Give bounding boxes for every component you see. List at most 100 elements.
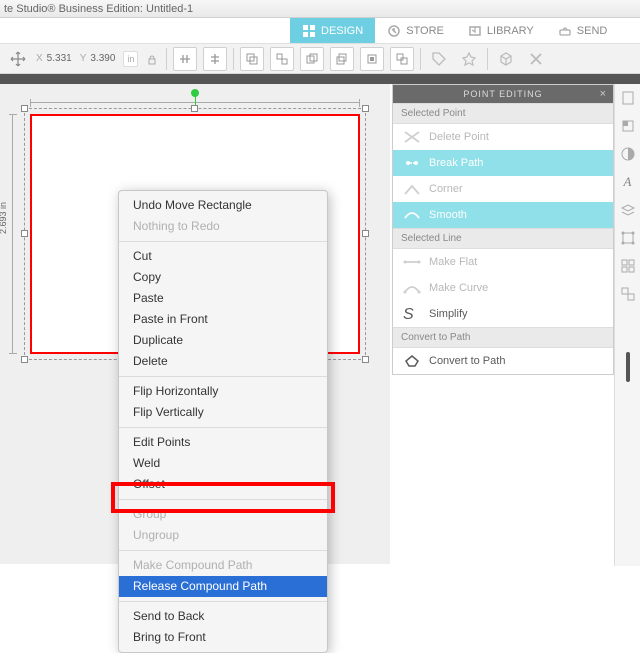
coord-y-value[interactable]: 3.390 — [88, 52, 117, 65]
panel-item-label: Corner — [429, 183, 463, 195]
resize-handle-sw[interactable] — [21, 356, 28, 363]
tab-label: SEND — [577, 25, 608, 37]
context-menu-item[interactable]: Copy — [119, 267, 327, 288]
replicate-icon[interactable] — [618, 256, 638, 276]
page-icon[interactable] — [618, 88, 638, 108]
overlap-3-icon[interactable] — [360, 47, 384, 71]
panel-item-label: Make Flat — [429, 256, 477, 268]
context-menu-item[interactable]: Paste in Front — [119, 309, 327, 330]
context-menu-item[interactable]: Duplicate — [119, 330, 327, 351]
context-menu-item[interactable]: Flip Vertically — [119, 402, 327, 423]
group-icon[interactable] — [240, 47, 264, 71]
panel-item-label: Smooth — [429, 209, 467, 221]
ungroup-icon[interactable] — [270, 47, 294, 71]
overlap-2-icon[interactable] — [330, 47, 354, 71]
panel-item-convert-path[interactable]: Convert to Path — [393, 348, 613, 374]
context-menu-item[interactable]: Cut — [119, 246, 327, 267]
resize-handle-w[interactable] — [21, 230, 28, 237]
library-icon — [468, 24, 482, 38]
scroll-indicator[interactable] — [626, 352, 630, 382]
resize-handle-ne[interactable] — [362, 105, 369, 112]
tab-store[interactable]: STORE — [375, 18, 456, 43]
align-v-icon[interactable] — [203, 47, 227, 71]
context-menu-item[interactable]: Offset — [119, 474, 327, 495]
transform-icon[interactable] — [618, 228, 638, 248]
panel-item-label: Convert to Path — [429, 355, 505, 367]
make-flat-icon — [403, 255, 421, 269]
context-menu: Undo Move RectangleNothing to Redo CutCop… — [118, 190, 328, 653]
coord-x-value[interactable]: 5.331 — [45, 52, 74, 65]
context-menu-item: Ungroup — [119, 525, 327, 546]
overlap-1-icon[interactable] — [300, 47, 324, 71]
resize-handle-e[interactable] — [362, 230, 369, 237]
resize-handle-se[interactable] — [362, 356, 369, 363]
convert-path-icon — [403, 354, 421, 368]
panel-item-label: Delete Point — [429, 131, 489, 143]
context-menu-item[interactable]: Undo Move Rectangle — [119, 195, 327, 216]
grid-icon — [302, 24, 316, 38]
resize-handle-nw[interactable] — [21, 105, 28, 112]
simplify-icon: S — [403, 307, 421, 321]
menu-separator — [119, 499, 327, 500]
height-dimension: 2.693 in — [0, 202, 8, 234]
menu-separator — [119, 601, 327, 602]
context-menu-item[interactable]: Send to Back — [119, 606, 327, 627]
tab-send[interactable]: SEND — [546, 18, 620, 43]
window-title: te Studio® Business Edition: Untitled-1 — [4, 3, 193, 15]
make-curve-icon — [403, 281, 421, 295]
corner-icon — [403, 182, 421, 196]
resize-handle-n[interactable] — [191, 105, 198, 112]
cube-icon[interactable] — [494, 47, 518, 71]
panel-item-label: Simplify — [429, 308, 468, 320]
context-menu-item[interactable]: Edit Points — [119, 432, 327, 453]
align-h-icon[interactable] — [173, 47, 197, 71]
layers-icon[interactable] — [618, 200, 638, 220]
star-icon[interactable] — [457, 47, 481, 71]
dark-divider — [0, 74, 640, 84]
panel-item-simplify[interactable]: S Simplify — [393, 301, 613, 327]
panel-title: POINT EDITING — [463, 89, 542, 99]
context-menu-item[interactable]: Bring to Front — [119, 627, 327, 648]
context-menu-item: Group — [119, 504, 327, 525]
right-tool-strip: A — [614, 84, 640, 566]
panel-item-delete-point: Delete Point — [393, 124, 613, 150]
tag-icon[interactable] — [427, 47, 451, 71]
panel-item-corner: Corner — [393, 176, 613, 202]
smooth-icon — [403, 208, 421, 222]
overlap-4-icon[interactable] — [390, 47, 414, 71]
context-menu-item[interactable]: Weld — [119, 453, 327, 474]
tab-design[interactable]: DESIGN — [290, 18, 375, 43]
tab-library[interactable]: LIBRARY — [456, 18, 546, 43]
menu-separator — [119, 241, 327, 242]
rotate-handle[interactable] — [191, 89, 199, 97]
store-icon — [387, 24, 401, 38]
close-x-icon[interactable] — [524, 47, 548, 71]
panel-item-break-path[interactable]: Break Path — [393, 150, 613, 176]
send-icon — [558, 24, 572, 38]
text-icon[interactable]: A — [618, 172, 638, 192]
path-icon[interactable] — [618, 284, 638, 304]
context-menu-item[interactable]: Delete — [119, 351, 327, 372]
context-menu-item[interactable]: Flip Horizontally — [119, 381, 327, 402]
move-tool-icon[interactable] — [6, 47, 30, 71]
close-icon[interactable]: × — [600, 88, 607, 100]
context-menu-item: Nothing to Redo — [119, 216, 327, 237]
menu-separator — [119, 376, 327, 377]
context-menu-item[interactable]: Paste — [119, 288, 327, 309]
context-menu-item[interactable]: Release Compound Path — [119, 576, 327, 597]
unit-selector[interactable]: in — [123, 51, 138, 67]
tab-label: DESIGN — [321, 25, 363, 37]
coord-y: Y 3.390 — [80, 52, 118, 65]
coord-x: X 5.331 — [36, 52, 74, 65]
svg-text:S: S — [403, 307, 414, 321]
swatch-icon[interactable] — [618, 116, 638, 136]
panel-item-make-curve: Make Curve — [393, 275, 613, 301]
toolbar: X 5.331 Y 3.390 in — [0, 44, 640, 74]
panel-section-header: Convert to Path — [393, 327, 613, 348]
lock-icon[interactable] — [144, 51, 160, 67]
panel-item-smooth[interactable]: Smooth — [393, 202, 613, 228]
panel-titlebar[interactable]: POINT EDITING × — [393, 85, 613, 103]
panel-section-header: Selected Point — [393, 103, 613, 124]
contrast-icon[interactable] — [618, 144, 638, 164]
menu-separator — [119, 427, 327, 428]
